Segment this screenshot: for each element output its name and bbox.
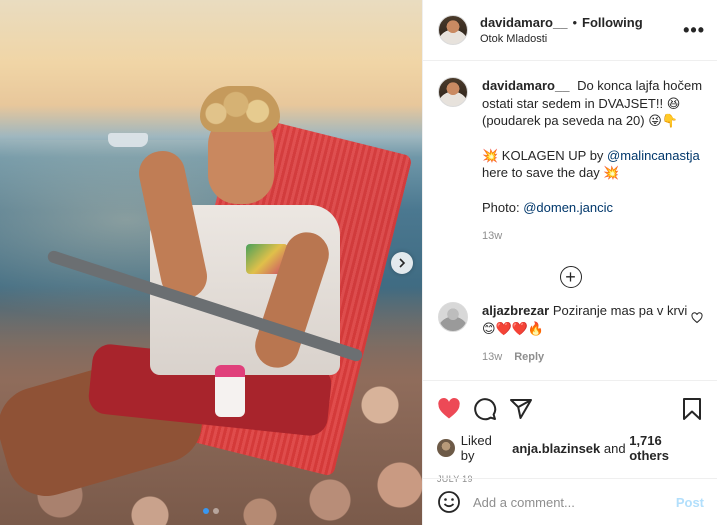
- plus-circle-icon[interactable]: +: [559, 265, 582, 288]
- post-photo[interactable]: [0, 0, 422, 525]
- post-header: davidamaro__ • Following Otok Mladosti •…: [423, 0, 717, 61]
- caption-line-2: 💥 KOLAGEN UP by @malincanastja here to s…: [482, 147, 703, 182]
- post-actions: Liked by anja.blazinsek and 1,716 others…: [423, 380, 717, 484]
- chevron-right-icon: [399, 258, 406, 268]
- caption-username[interactable]: davidamaro__: [482, 78, 569, 93]
- caption-text-2b: here to save the day 💥: [482, 165, 620, 180]
- comment-icon[interactable]: [473, 397, 497, 421]
- caption-time: 13w: [482, 230, 503, 242]
- caption-photo-credit: Photo: @domen.jancic: [482, 199, 703, 217]
- likes-and: and: [603, 440, 626, 456]
- comment-text: Poziranje mas pa v krvi: [552, 302, 688, 318]
- comment-body: aljazbrezar Poziranje mas pa v krvi 😊❤️❤…: [482, 302, 691, 366]
- caption: davidamaro__ Do konca lajfa hočem ostati…: [438, 77, 703, 246]
- comment-like-icon[interactable]: [691, 311, 703, 324]
- likes-others-link[interactable]: 1,716 others: [629, 433, 704, 463]
- following-button[interactable]: Following: [582, 15, 643, 30]
- load-more-comments[interactable]: +: [438, 265, 703, 288]
- commenter-avatar[interactable]: [438, 301, 468, 332]
- carousel-dot: [213, 508, 219, 514]
- author-username[interactable]: davidamaro__: [480, 15, 567, 30]
- comment-item: aljazbrezar Poziranje mas pa v krvi 😊❤️❤…: [438, 301, 703, 366]
- likes-summary: Liked by anja.blazinsek and 1,716 others: [437, 433, 704, 463]
- comment-username[interactable]: aljazbrezar: [482, 303, 549, 318]
- comments-section[interactable]: davidamaro__ Do konca lajfa hočem ostati…: [423, 62, 717, 380]
- author-avatar[interactable]: [438, 15, 468, 45]
- add-comment-bar: Post: [423, 478, 717, 525]
- person-hair: [200, 86, 280, 132]
- header-text: davidamaro__ • Following Otok Mladosti: [480, 15, 683, 45]
- post-side-panel: davidamaro__ • Following Otok Mladosti •…: [422, 0, 717, 525]
- liker-username[interactable]: anja.blazinsek: [512, 441, 600, 456]
- mention-domen-jancic[interactable]: @domen.jancic: [523, 200, 613, 215]
- comment-emojis: 😊❤️❤️🔥: [482, 320, 545, 336]
- share-icon[interactable]: [509, 397, 533, 421]
- mention-malincanastja[interactable]: @malincanastja: [607, 148, 700, 163]
- caption-avatar[interactable]: [438, 77, 468, 107]
- separator-bullet: •: [572, 15, 577, 30]
- post-comment-button[interactable]: Post: [676, 495, 704, 510]
- location-link[interactable]: Otok Mladosti: [480, 33, 683, 45]
- smiley-icon[interactable]: [437, 490, 461, 514]
- heart-icon[interactable]: [437, 397, 461, 421]
- carousel-dot: [203, 508, 209, 514]
- comment-meta: 13w Reply: [482, 348, 691, 366]
- comment-line: aljazbrezar Poziranje mas pa v krvi: [482, 302, 691, 320]
- comment-input[interactable]: [473, 494, 676, 510]
- reply-button[interactable]: Reply: [514, 348, 544, 366]
- bookmark-icon[interactable]: [680, 397, 704, 421]
- comment-time: 13w: [482, 350, 503, 363]
- photo-credit-label: Photo:: [482, 199, 524, 215]
- product-bottle: [215, 365, 245, 417]
- carousel-indicator: [0, 508, 422, 514]
- carousel-next-button[interactable]: [391, 252, 413, 274]
- caption-line-1: davidamaro__ Do konca lajfa hočem ostati…: [482, 77, 703, 130]
- caption-text-2a: 💥 KOLAGEN UP by: [482, 147, 608, 163]
- caption-body: davidamaro__ Do konca lajfa hočem ostati…: [482, 77, 703, 246]
- boat: [108, 133, 148, 147]
- likes-prefix: Liked by: [460, 433, 492, 463]
- header-row: davidamaro__ • Following: [480, 15, 683, 30]
- action-row: [437, 389, 704, 429]
- more-horizontal-icon[interactable]: •••: [683, 20, 705, 41]
- liker-avatar[interactable]: [437, 439, 455, 457]
